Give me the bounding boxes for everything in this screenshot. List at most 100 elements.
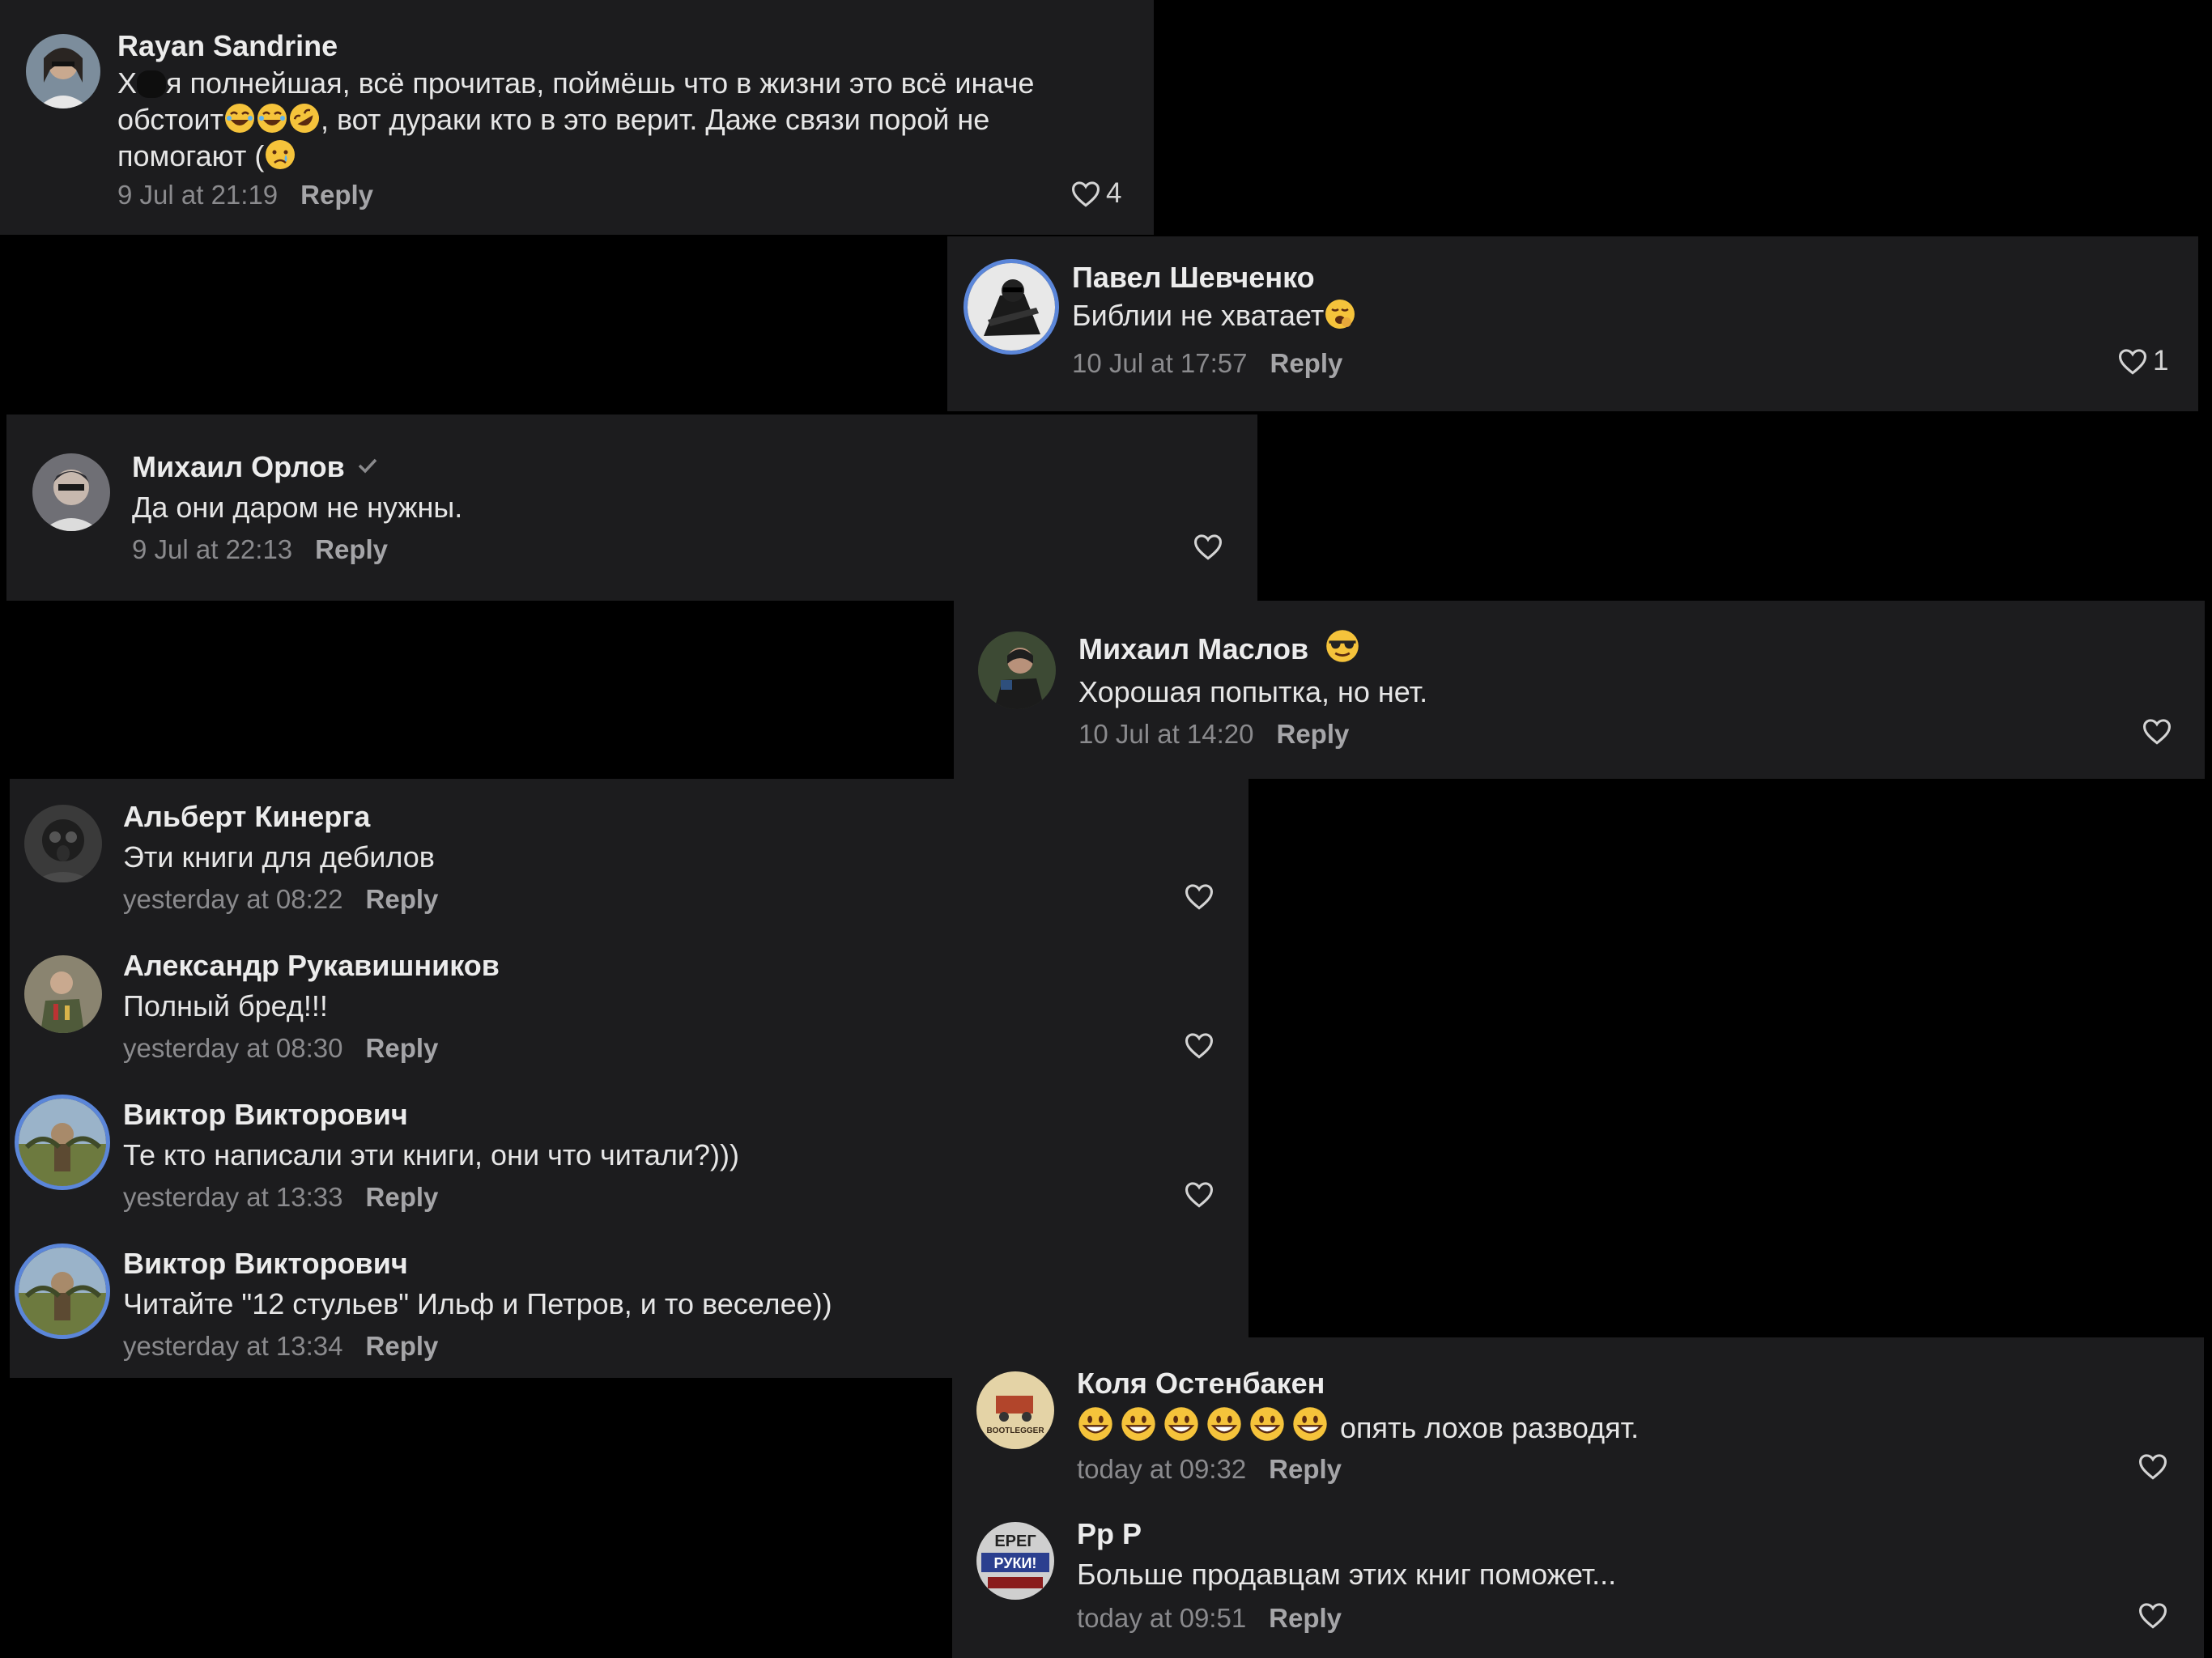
yawning-emoji — [1325, 300, 1355, 329]
comment-meta: today at 09:51 Reply — [1077, 1603, 1342, 1634]
author-name[interactable]: Виктор Викторович — [123, 1247, 408, 1281]
comment-meta: yesterday at 08:30 Reply — [123, 1033, 438, 1064]
rofl-emoji — [289, 104, 319, 133]
comment-meta: yesterday at 13:34 Reply — [123, 1331, 438, 1362]
like-button[interactable] — [2138, 1601, 2168, 1629]
heart-icon — [1185, 1033, 1214, 1059]
like-count: 1 — [2153, 345, 2169, 376]
heart-icon — [1185, 1182, 1214, 1208]
laughing-emoji — [257, 104, 287, 133]
comment-panel-5: Альберт Кинерга Эти книги для дебилов ye… — [10, 779, 1249, 1378]
timestamp: 10 Jul at 17:57 — [1072, 348, 1248, 378]
comment-meta: 10 Jul at 17:57 Reply — [1072, 348, 1342, 379]
reply-button[interactable]: Reply — [366, 1033, 439, 1063]
reply-button[interactable]: Reply — [1269, 1454, 1342, 1484]
author-name[interactable]: Михаил Орлов — [132, 450, 379, 484]
reply-button[interactable]: Reply — [315, 534, 388, 564]
author-name[interactable]: Рр Р — [1077, 1517, 1142, 1551]
avatar-logo-text: BOOTLEGGER — [986, 1426, 1044, 1435]
avatar[interactable] — [978, 631, 1056, 709]
timestamp: 10 Jul at 14:20 — [1078, 719, 1254, 749]
grinning-emoji — [1078, 1407, 1112, 1441]
reply-button[interactable]: Reply — [366, 884, 439, 914]
censored-blot — [137, 70, 167, 98]
heart-icon — [1071, 181, 1100, 207]
heart-icon — [2142, 719, 2172, 745]
heart-icon — [1185, 884, 1214, 910]
timestamp: today at 09:51 — [1077, 1603, 1247, 1633]
reply-button[interactable]: Reply — [366, 1331, 439, 1361]
like-button[interactable] — [2142, 717, 2172, 745]
author-name[interactable]: Виктор Викторович — [123, 1098, 408, 1132]
comment-meta: yesterday at 13:33 Reply — [123, 1182, 438, 1213]
avatar[interactable] — [15, 1095, 110, 1190]
like-button[interactable] — [1184, 1031, 1214, 1059]
reply-button[interactable]: Reply — [366, 1182, 439, 1212]
comment-text: Полный бред!!! — [123, 989, 328, 1022]
comment-panel-1: Rayan Sandrine Хя полнейшая, всё прочита… — [0, 0, 1154, 235]
avatar[interactable] — [26, 34, 100, 108]
timestamp: 9 Jul at 22:13 — [132, 534, 293, 564]
like-button[interactable] — [1193, 533, 1223, 560]
heart-icon — [2138, 1603, 2167, 1629]
verified-check-icon — [358, 458, 377, 474]
comment-text: Читайте "12 стульев" Ильф и Петров, и то… — [123, 1287, 832, 1320]
reply-button[interactable]: Reply — [1269, 1603, 1342, 1633]
laughing-emoji — [224, 104, 254, 133]
timestamp: yesterday at 08:22 — [123, 884, 343, 914]
avatar[interactable] — [963, 259, 1059, 355]
comment-meta: 9 Jul at 21:19 Reply — [117, 180, 373, 210]
avatar-logo-text-mid: РУКИ! — [994, 1555, 1037, 1571]
comment-text: Больше продавцам этих книг поможет... — [1077, 1558, 1617, 1591]
like-button[interactable] — [1184, 1180, 1214, 1208]
timestamp: today at 09:32 — [1077, 1454, 1247, 1484]
author-name[interactable]: Александр Рукавишников — [123, 949, 500, 983]
comment-panel-6: BOOTLEGGER Коля Остенбакен опять лохов р… — [952, 1337, 2204, 1658]
timestamp: yesterday at 13:33 — [123, 1182, 343, 1212]
reply-button[interactable]: Reply — [1277, 719, 1350, 749]
comment-text: Эти книги для дебилов — [123, 840, 435, 874]
avatar-logo-text-top: ЕРЕГ — [994, 1533, 1036, 1550]
timestamp: yesterday at 13:34 — [123, 1331, 343, 1361]
comment-text: Хорошая попытка, но нет. — [1078, 675, 1428, 708]
avatar[interactable] — [24, 955, 102, 1033]
comment-text: Да они даром не нужны. — [132, 491, 463, 524]
comment-text: Библии не хватает — [1072, 297, 1356, 334]
grinning-emoji — [1121, 1407, 1155, 1441]
reply-button[interactable]: Reply — [300, 180, 373, 210]
grinning-emoji — [1293, 1407, 1327, 1441]
reply-button[interactable]: Reply — [1270, 348, 1343, 378]
crying-emoji — [266, 140, 296, 169]
grinning-emoji — [1164, 1407, 1198, 1441]
avatar[interactable] — [15, 1244, 110, 1339]
author-name[interactable]: Альберт Кинерга — [123, 800, 370, 834]
comment-meta: 10 Jul at 14:20 Reply — [1078, 719, 1349, 750]
avatar[interactable] — [24, 805, 102, 882]
like-button[interactable]: 4 — [1070, 177, 1121, 210]
author-name[interactable]: Rayan Sandrine — [117, 29, 338, 63]
avatar[interactable] — [32, 453, 110, 531]
like-count: 4 — [1106, 177, 1122, 209]
avatar[interactable]: ЕРЕГ РУКИ! — [976, 1522, 1054, 1600]
heart-icon — [2118, 349, 2147, 375]
author-name[interactable]: Михаил Маслов — [1078, 628, 1360, 666]
comment-panel-3: Михаил Орлов Да они даром не нужны. 9 Ju… — [6, 414, 1257, 601]
like-button[interactable] — [1184, 882, 1214, 910]
comment-text: Хя полнейшая, всё прочитав, поймёшь что … — [117, 66, 1035, 172]
comment-panel-4: Михаил Маслов Хорошая попытка, но нет. 1… — [954, 601, 2205, 779]
heart-icon — [1193, 534, 1223, 560]
author-name[interactable]: Коля Остенбакен — [1077, 1367, 1325, 1401]
grinning-emoji — [1207, 1407, 1241, 1441]
like-button[interactable]: 1 — [2117, 345, 2168, 377]
avatar[interactable]: BOOTLEGGER — [976, 1371, 1054, 1449]
comment-meta: today at 09:32 Reply — [1077, 1454, 1342, 1485]
author-name[interactable]: Павел Шевченко — [1072, 261, 1315, 295]
like-button[interactable] — [2138, 1452, 2168, 1480]
timestamp: yesterday at 08:30 — [123, 1033, 343, 1063]
comment-meta: yesterday at 08:22 Reply — [123, 884, 438, 915]
comment-text: опять лохов разводят. — [1077, 1405, 1639, 1446]
comment-text: Те кто написали эти книги, они что читал… — [123, 1138, 740, 1171]
grinning-emoji — [1250, 1407, 1284, 1441]
timestamp: 9 Jul at 21:19 — [117, 180, 279, 210]
heart-icon — [2138, 1454, 2167, 1480]
